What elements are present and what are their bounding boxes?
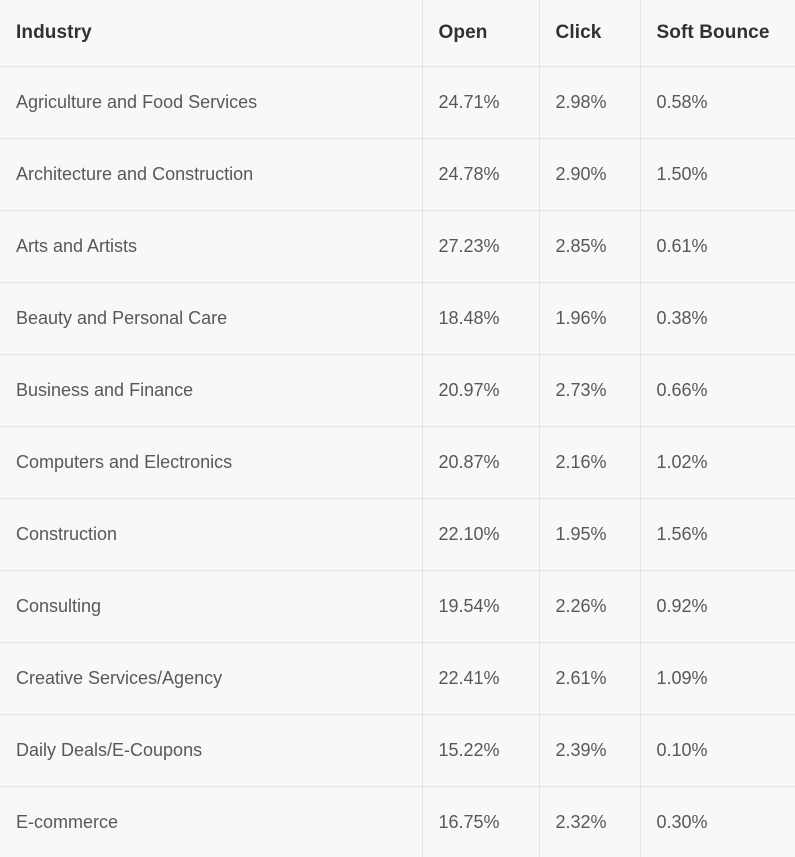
cell-click: 2.61% <box>539 642 640 714</box>
cell-soft-bounce: 1.56% <box>640 498 795 570</box>
table-header-row: Industry Open Click Soft Bounce <box>0 0 795 66</box>
cell-industry: Architecture and Construction <box>0 138 422 210</box>
cell-open: 20.97% <box>422 354 539 426</box>
cell-industry: Beauty and Personal Care <box>0 282 422 354</box>
cell-click: 2.32% <box>539 786 640 857</box>
table-row[interactable]: Consulting 19.54% 2.26% 0.92% <box>0 570 795 642</box>
cell-industry: Daily Deals/E-Coupons <box>0 714 422 786</box>
table-row[interactable]: Creative Services/Agency 22.41% 2.61% 1.… <box>0 642 795 714</box>
cell-soft-bounce: 0.92% <box>640 570 795 642</box>
cell-click: 2.73% <box>539 354 640 426</box>
table-row[interactable]: Daily Deals/E-Coupons 15.22% 2.39% 0.10% <box>0 714 795 786</box>
cell-open: 24.71% <box>422 66 539 138</box>
cell-industry: Arts and Artists <box>0 210 422 282</box>
cell-click: 2.39% <box>539 714 640 786</box>
table-row[interactable]: Architecture and Construction 24.78% 2.9… <box>0 138 795 210</box>
cell-industry: Construction <box>0 498 422 570</box>
cell-soft-bounce: 0.58% <box>640 66 795 138</box>
cell-click: 2.98% <box>539 66 640 138</box>
table-row[interactable]: Computers and Electronics 20.87% 2.16% 1… <box>0 426 795 498</box>
table-row[interactable]: Arts and Artists 27.23% 2.85% 0.61% <box>0 210 795 282</box>
column-header-industry[interactable]: Industry <box>0 0 422 66</box>
cell-open: 16.75% <box>422 786 539 857</box>
cell-open: 20.87% <box>422 426 539 498</box>
cell-open: 19.54% <box>422 570 539 642</box>
cell-open: 15.22% <box>422 714 539 786</box>
cell-open: 22.10% <box>422 498 539 570</box>
cell-soft-bounce: 0.38% <box>640 282 795 354</box>
cell-soft-bounce: 0.10% <box>640 714 795 786</box>
cell-soft-bounce: 0.66% <box>640 354 795 426</box>
cell-industry: Consulting <box>0 570 422 642</box>
table-row[interactable]: Construction 22.10% 1.95% 1.56% <box>0 498 795 570</box>
cell-click: 2.16% <box>539 426 640 498</box>
column-header-click[interactable]: Click <box>539 0 640 66</box>
cell-soft-bounce: 1.09% <box>640 642 795 714</box>
table-row[interactable]: Beauty and Personal Care 18.48% 1.96% 0.… <box>0 282 795 354</box>
cell-industry: Agriculture and Food Services <box>0 66 422 138</box>
cell-open: 27.23% <box>422 210 539 282</box>
cell-soft-bounce: 0.30% <box>640 786 795 857</box>
cell-soft-bounce: 0.61% <box>640 210 795 282</box>
table-row[interactable]: Agriculture and Food Services 24.71% 2.9… <box>0 66 795 138</box>
column-header-open[interactable]: Open <box>422 0 539 66</box>
cell-click: 2.26% <box>539 570 640 642</box>
cell-open: 18.48% <box>422 282 539 354</box>
table-row[interactable]: E-commerce 16.75% 2.32% 0.30% <box>0 786 795 857</box>
table-body: Agriculture and Food Services 24.71% 2.9… <box>0 66 795 857</box>
table-scroll-container[interactable]: Industry Open Click Soft Bounce Agricult… <box>0 0 795 857</box>
cell-click: 1.96% <box>539 282 640 354</box>
cell-open: 24.78% <box>422 138 539 210</box>
table-header: Industry Open Click Soft Bounce <box>0 0 795 66</box>
cell-open: 22.41% <box>422 642 539 714</box>
cell-industry: Creative Services/Agency <box>0 642 422 714</box>
cell-industry: E-commerce <box>0 786 422 857</box>
cell-click: 2.85% <box>539 210 640 282</box>
industry-benchmarks-table: Industry Open Click Soft Bounce Agricult… <box>0 0 795 857</box>
cell-soft-bounce: 1.02% <box>640 426 795 498</box>
table-row[interactable]: Business and Finance 20.97% 2.73% 0.66% <box>0 354 795 426</box>
cell-industry: Computers and Electronics <box>0 426 422 498</box>
cell-click: 1.95% <box>539 498 640 570</box>
cell-industry: Business and Finance <box>0 354 422 426</box>
cell-click: 2.90% <box>539 138 640 210</box>
column-header-soft-bounce[interactable]: Soft Bounce <box>640 0 795 66</box>
cell-soft-bounce: 1.50% <box>640 138 795 210</box>
